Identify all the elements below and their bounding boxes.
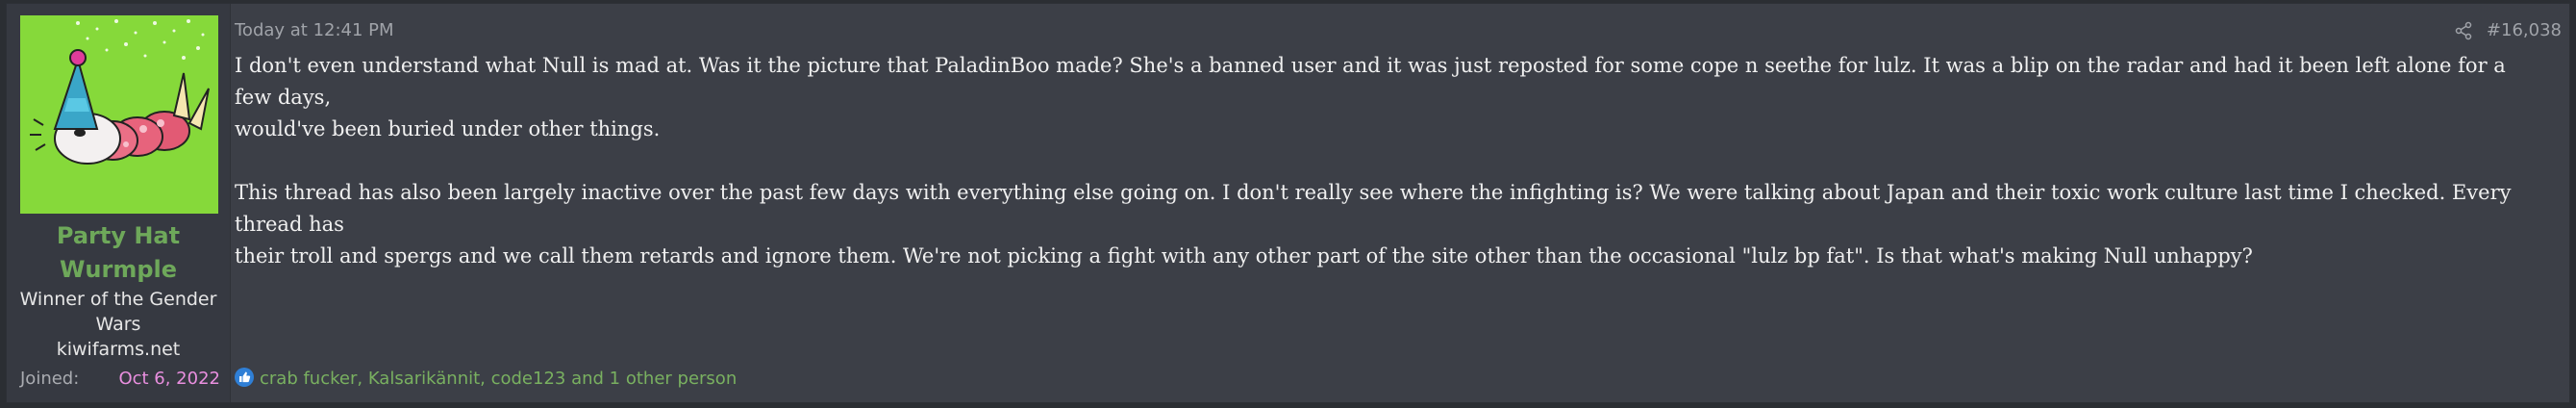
- user-title-line-1: Winner of the Gender: [19, 289, 217, 310]
- forum-post: Party Hat Wurmple Winner of the Gender W…: [6, 3, 2570, 403]
- reactions-list[interactable]: crab fucker, Kalsarikännit, code123 and …: [260, 369, 737, 389]
- post-header: Today at 12:41 PM #16,038: [235, 17, 2562, 44]
- post-date-link[interactable]: Today at 12:41 PM: [235, 17, 394, 44]
- joined-row: Joined: Oct 6, 2022: [20, 366, 224, 393]
- post-paragraph-1: I don't even understand what Null is mad…: [235, 50, 2542, 145]
- user-title-line-3: kiwifarms.net: [56, 339, 181, 360]
- joined-label: Joined:: [20, 369, 80, 389]
- user-title: Winner of the Gender Wars kiwifarms.net: [16, 287, 220, 362]
- post-paragraph-2: This thread has also been largely inacti…: [235, 177, 2542, 272]
- joined-date: Oct 6, 2022: [118, 369, 220, 389]
- post-body: I don't even understand what Null is mad…: [235, 50, 2542, 272]
- like-icon: [235, 368, 254, 387]
- post-paragraph-1-line-1: I don't even understand what Null is mad…: [235, 54, 2506, 109]
- post-paragraph-2-line-2: their troll and spergs and we call them …: [235, 244, 2253, 268]
- user-column: Party Hat Wurmple Winner of the Gender W…: [7, 4, 231, 402]
- username-line-2: Wurmple: [59, 256, 178, 283]
- user-title-line-2: Wars: [95, 314, 141, 335]
- user-avatar[interactable]: [20, 15, 218, 214]
- username-line-1: Party Hat: [56, 222, 181, 249]
- post-paragraph-1-line-2: would've been buried under other things.: [235, 117, 661, 140]
- post-paragraph-2-line-1: This thread has also been largely inacti…: [235, 181, 2512, 236]
- reactions-bar[interactable]: crab fucker, Kalsarikännit, code123 and …: [235, 366, 737, 393]
- post-number-link[interactable]: #16,038: [2487, 17, 2562, 44]
- username-link[interactable]: Party Hat Wurmple: [7, 219, 230, 287]
- share-icon[interactable]: [2454, 21, 2473, 40]
- party-hat-wurmple-avatar: [20, 15, 218, 214]
